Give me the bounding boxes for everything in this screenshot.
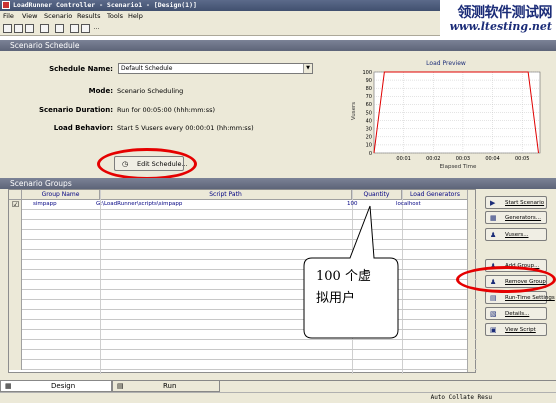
tab-design-label: Design: [51, 382, 76, 390]
callout-bubble: [303, 205, 399, 339]
loadrunner-controller-window: { "window": {"title": "LoadRunner Contro…: [0, 0, 556, 403]
auto-collate-status: Auto Collate Resu: [430, 394, 492, 401]
tab-run[interactable]: Run ▤: [112, 381, 220, 392]
tab-run-label: Run: [163, 382, 177, 390]
status-bar: Auto Collate Resu: [0, 392, 556, 403]
callout-line2: 拟用户: [316, 291, 356, 306]
callout-line1: 100 个虚: [316, 269, 371, 284]
design-icon: ▦: [5, 382, 12, 390]
tab-design[interactable]: Design ▦: [0, 381, 112, 392]
run-icon: ▤: [117, 382, 124, 390]
